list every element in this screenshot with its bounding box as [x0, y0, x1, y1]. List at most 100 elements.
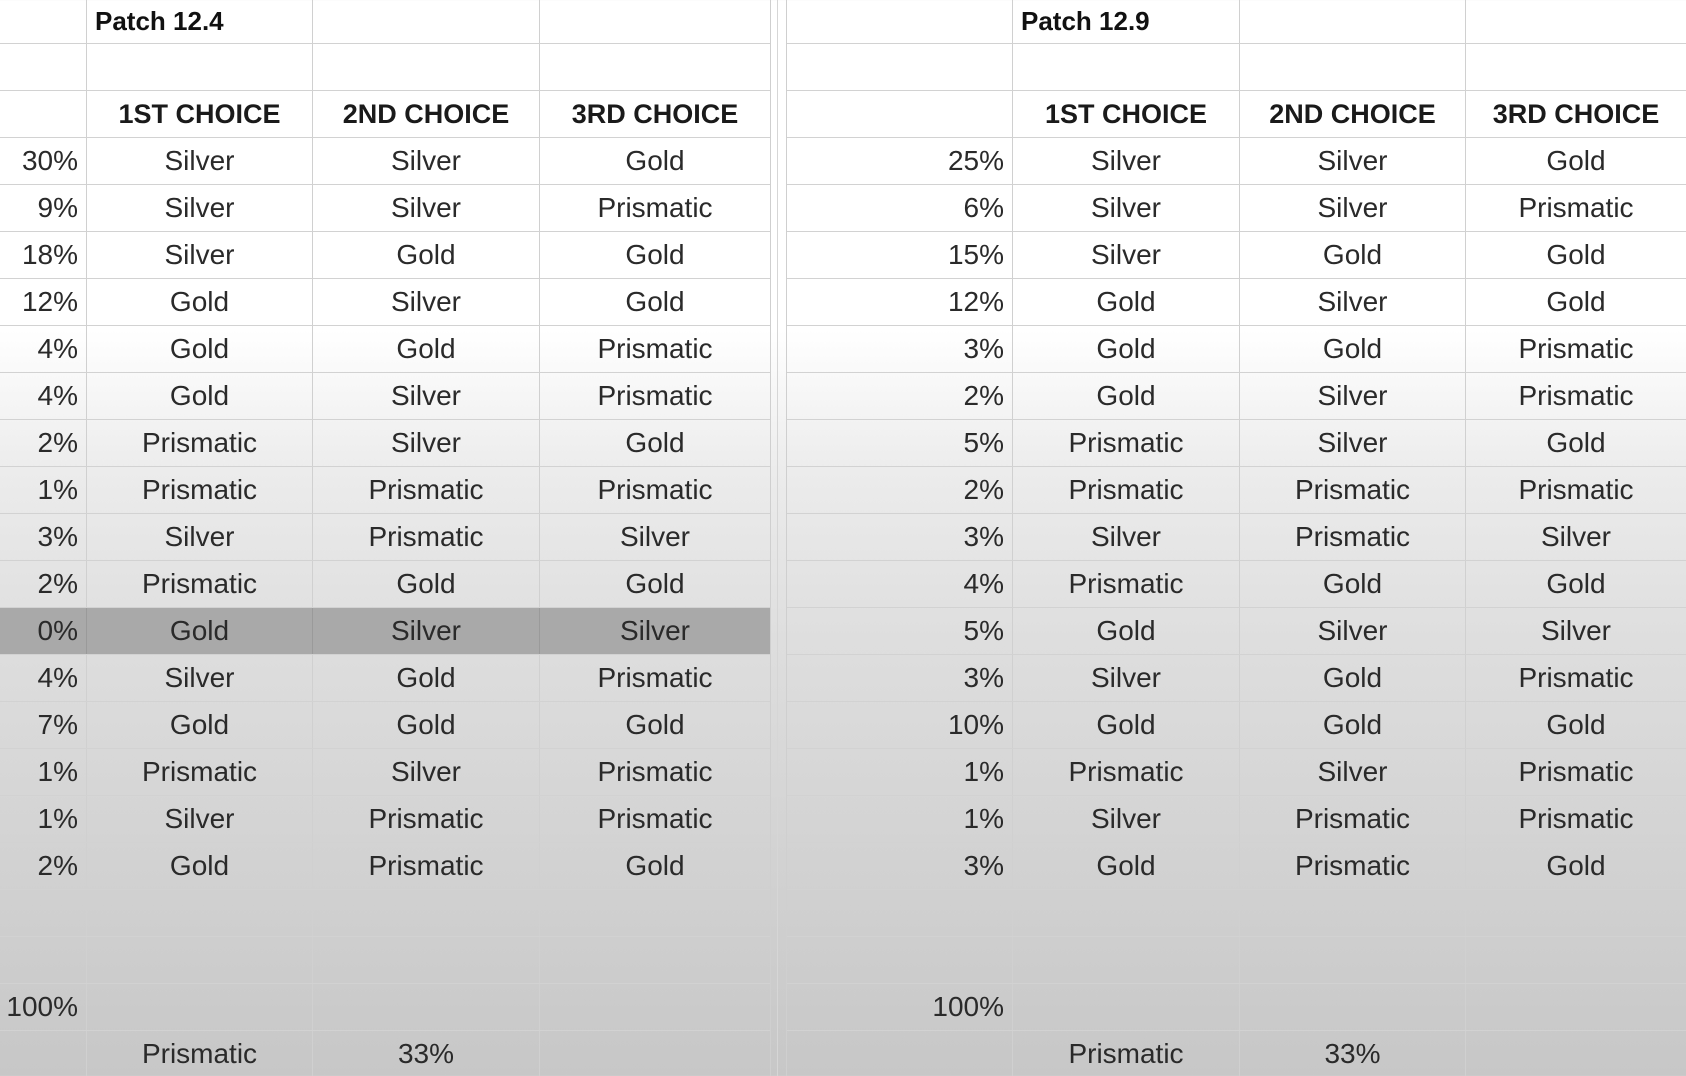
second-choice-cell[interactable]: Silver: [1240, 420, 1466, 466]
summary-label[interactable]: Prismatic: [87, 1031, 313, 1076]
cell[interactable]: [1466, 44, 1686, 90]
third-choice-cell[interactable]: Prismatic: [540, 467, 770, 513]
second-choice-cell[interactable]: Prismatic: [1240, 514, 1466, 560]
percent-cell[interactable]: 3%: [787, 514, 1013, 560]
first-choice-cell[interactable]: Prismatic: [1013, 467, 1240, 513]
cell[interactable]: [1240, 984, 1466, 1030]
first-choice-cell[interactable]: Prismatic: [1013, 561, 1240, 607]
percent-cell[interactable]: 3%: [787, 655, 1013, 701]
first-choice-cell[interactable]: Prismatic: [1013, 420, 1240, 466]
percent-cell[interactable]: 3%: [787, 326, 1013, 372]
percent-cell[interactable]: 5%: [787, 420, 1013, 466]
second-choice-cell[interactable]: Silver: [313, 608, 540, 654]
second-choice-cell[interactable]: Prismatic: [1240, 843, 1466, 889]
cell[interactable]: [313, 44, 540, 90]
percent-cell[interactable]: 25%: [787, 138, 1013, 184]
percent-cell[interactable]: 18%: [0, 232, 87, 278]
first-choice-cell[interactable]: Silver: [1013, 138, 1240, 184]
third-choice-cell[interactable]: Prismatic: [1466, 796, 1686, 842]
third-choice-cell[interactable]: Prismatic: [1466, 326, 1686, 372]
cell[interactable]: [1013, 937, 1240, 983]
third-choice-cell[interactable]: Gold: [1466, 138, 1686, 184]
first-choice-cell[interactable]: Gold: [87, 608, 313, 654]
third-choice-cell[interactable]: Gold: [1466, 843, 1686, 889]
cell[interactable]: [787, 937, 1013, 983]
cell[interactable]: [787, 91, 1013, 137]
cell[interactable]: [540, 1031, 770, 1076]
cell[interactable]: [0, 937, 87, 983]
cell[interactable]: [1013, 44, 1240, 90]
first-choice-cell[interactable]: Gold: [87, 843, 313, 889]
cell[interactable]: [313, 890, 540, 936]
first-choice-cell[interactable]: Prismatic: [1013, 749, 1240, 795]
percent-cell[interactable]: 4%: [0, 326, 87, 372]
first-choice-cell[interactable]: Silver: [87, 514, 313, 560]
second-choice-cell[interactable]: Silver: [1240, 373, 1466, 419]
second-choice-cell[interactable]: Silver: [1240, 279, 1466, 325]
cell[interactable]: [540, 44, 770, 90]
first-choice-cell[interactable]: Prismatic: [87, 749, 313, 795]
percent-cell[interactable]: 5%: [787, 608, 1013, 654]
percent-cell[interactable]: 4%: [0, 373, 87, 419]
cell[interactable]: [1466, 0, 1686, 43]
cell[interactable]: [540, 984, 770, 1030]
third-choice-cell[interactable]: Gold: [540, 138, 770, 184]
cell[interactable]: [1240, 937, 1466, 983]
second-choice-cell[interactable]: Gold: [1240, 561, 1466, 607]
second-choice-cell[interactable]: Prismatic: [313, 467, 540, 513]
third-choice-cell[interactable]: Gold: [1466, 420, 1686, 466]
percent-cell[interactable]: 2%: [0, 420, 87, 466]
first-choice-cell[interactable]: Prismatic: [87, 561, 313, 607]
summary-label[interactable]: Prismatic: [1013, 1031, 1240, 1076]
third-choice-cell[interactable]: Gold: [540, 561, 770, 607]
second-choice-cell[interactable]: Silver: [313, 420, 540, 466]
first-choice-cell[interactable]: Silver: [87, 185, 313, 231]
cell[interactable]: [1013, 890, 1240, 936]
first-choice-cell[interactable]: Gold: [1013, 702, 1240, 748]
cell[interactable]: [540, 0, 770, 43]
cell[interactable]: [0, 44, 87, 90]
cell[interactable]: [1240, 0, 1466, 43]
percent-cell[interactable]: 9%: [0, 185, 87, 231]
second-choice-cell[interactable]: Silver: [1240, 185, 1466, 231]
percent-cell[interactable]: 0%: [0, 608, 87, 654]
third-choice-cell[interactable]: Gold: [1466, 279, 1686, 325]
cell[interactable]: [1466, 890, 1686, 936]
third-choice-cell[interactable]: Silver: [1466, 608, 1686, 654]
cell[interactable]: [1466, 984, 1686, 1030]
first-choice-cell[interactable]: Silver: [1013, 185, 1240, 231]
first-choice-cell[interactable]: Prismatic: [87, 467, 313, 513]
first-choice-cell[interactable]: Gold: [1013, 373, 1240, 419]
second-choice-cell[interactable]: Gold: [1240, 655, 1466, 701]
cell[interactable]: [540, 890, 770, 936]
cell[interactable]: [0, 91, 87, 137]
percent-cell[interactable]: 2%: [787, 467, 1013, 513]
column-header[interactable]: 3RD CHOICE: [540, 91, 770, 137]
second-choice-cell[interactable]: Gold: [1240, 232, 1466, 278]
cell[interactable]: [313, 937, 540, 983]
third-choice-cell[interactable]: Gold: [1466, 702, 1686, 748]
first-choice-cell[interactable]: Silver: [87, 796, 313, 842]
first-choice-cell[interactable]: Silver: [1013, 514, 1240, 560]
percent-cell[interactable]: 1%: [0, 467, 87, 513]
percent-cell[interactable]: 3%: [787, 843, 1013, 889]
first-choice-cell[interactable]: Gold: [87, 702, 313, 748]
second-choice-cell[interactable]: Gold: [1240, 326, 1466, 372]
cell[interactable]: [1466, 1031, 1686, 1076]
percent-cell[interactable]: 1%: [0, 749, 87, 795]
percent-cell[interactable]: 2%: [787, 373, 1013, 419]
second-choice-cell[interactable]: Gold: [313, 232, 540, 278]
second-choice-cell[interactable]: Silver: [1240, 749, 1466, 795]
percent-cell[interactable]: 6%: [787, 185, 1013, 231]
first-choice-cell[interactable]: Silver: [1013, 655, 1240, 701]
first-choice-cell[interactable]: Silver: [87, 232, 313, 278]
percent-cell[interactable]: 7%: [0, 702, 87, 748]
first-choice-cell[interactable]: Silver: [1013, 232, 1240, 278]
third-choice-cell[interactable]: Gold: [540, 279, 770, 325]
percent-cell[interactable]: 12%: [787, 279, 1013, 325]
second-choice-cell[interactable]: Silver: [1240, 608, 1466, 654]
first-choice-cell[interactable]: Gold: [1013, 326, 1240, 372]
third-choice-cell[interactable]: Silver: [1466, 514, 1686, 560]
second-choice-cell[interactable]: Silver: [313, 185, 540, 231]
third-choice-cell[interactable]: Gold: [540, 232, 770, 278]
